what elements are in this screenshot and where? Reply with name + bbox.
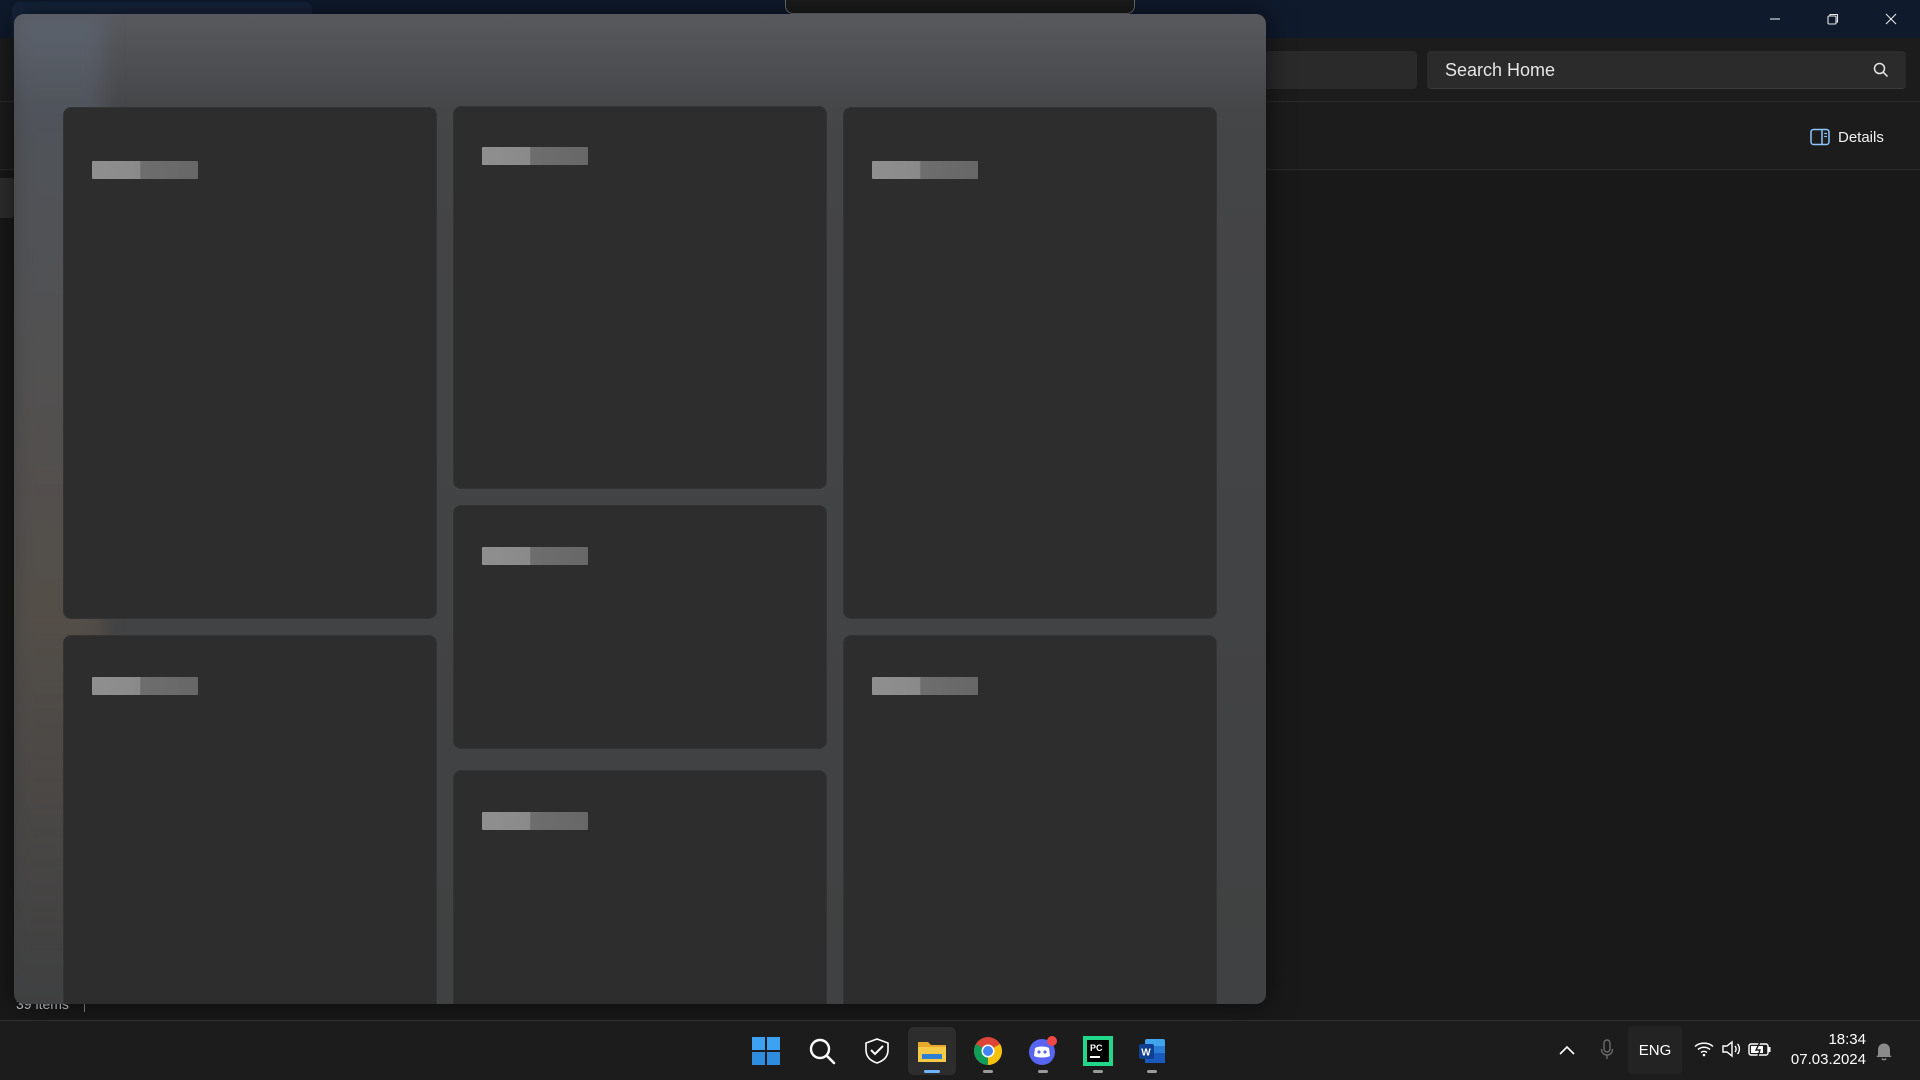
clock-date: 07.03.2024 [1790, 1051, 1866, 1068]
minimize-icon [1770, 18, 1780, 20]
running-app-indicator [1093, 1070, 1103, 1073]
volume-icon [1722, 1040, 1741, 1058]
widget-title-placeholder [92, 677, 198, 695]
widget-card-placeholder[interactable] [453, 770, 827, 1004]
discord-icon [1029, 1036, 1057, 1065]
discord-button[interactable] [1019, 1027, 1067, 1075]
running-app-indicator [983, 1070, 993, 1073]
microphone-icon [1600, 1039, 1614, 1059]
desktop: Details 39 items [0, 0, 1920, 1080]
widget-card-placeholder[interactable] [453, 106, 827, 489]
quick-settings-button[interactable] [1690, 1034, 1776, 1064]
close-icon [1885, 13, 1897, 25]
details-label: Details [1838, 128, 1884, 146]
widget-title-placeholder [872, 677, 978, 695]
svg-text:W: W [1141, 1048, 1151, 1059]
widget-card-placeholder[interactable] [843, 107, 1217, 619]
wifi-icon [1694, 1042, 1714, 1057]
widget-title-placeholder [482, 812, 588, 830]
running-app-indicator [1038, 1070, 1048, 1073]
navigation-pane-item[interactable] [0, 178, 14, 218]
widget-card-placeholder[interactable] [63, 107, 437, 619]
folder-icon [918, 1042, 946, 1062]
active-app-indicator [924, 1070, 940, 1073]
chrome-icon [974, 1037, 1002, 1065]
restore-button[interactable] [1804, 0, 1862, 38]
clock[interactable]: 18:34 07.03.2024 [1786, 1030, 1866, 1072]
widget-card-placeholder[interactable] [843, 635, 1217, 1004]
notifications-button[interactable] [1872, 1038, 1896, 1064]
search-box[interactable] [1427, 51, 1906, 89]
clock-time: 18:34 [1828, 1031, 1866, 1048]
address-input[interactable] [1240, 51, 1417, 89]
widget-card-placeholder[interactable] [453, 505, 827, 749]
pycharm-icon: PC [1083, 1036, 1113, 1066]
window-controls [1746, 0, 1920, 38]
file-explorer-button[interactable] [908, 1027, 956, 1075]
snap-layout-bar[interactable] [785, 0, 1135, 14]
close-button[interactable] [1862, 0, 1920, 38]
details-pane-button[interactable]: Details [1806, 124, 1888, 150]
battery-charging-icon [1748, 1041, 1771, 1057]
restore-icon [1827, 13, 1839, 25]
running-app-indicator [1147, 1070, 1157, 1073]
svg-text:PC: PC [1090, 1043, 1103, 1053]
bell-icon [1876, 1043, 1892, 1061]
widget-title-placeholder [92, 161, 198, 179]
pycharm-button[interactable]: PC [1074, 1027, 1122, 1075]
security-app-button[interactable] [853, 1027, 901, 1075]
chevron-up-icon [1559, 1045, 1575, 1055]
microphone-button[interactable] [1594, 1036, 1620, 1064]
chrome-button[interactable] [964, 1027, 1012, 1075]
word-button[interactable]: W [1128, 1027, 1176, 1075]
windows-logo-icon [752, 1037, 780, 1065]
minimize-button[interactable] [1746, 0, 1804, 38]
search-input[interactable] [1427, 51, 1847, 89]
word-icon: W [1139, 1039, 1165, 1063]
widget-card-placeholder[interactable] [63, 635, 437, 1004]
start-button[interactable] [742, 1027, 790, 1075]
search-icon [809, 1038, 836, 1065]
widgets-header [14, 14, 1266, 104]
language-indicator[interactable]: ENG [1628, 1026, 1682, 1074]
widget-title-placeholder [872, 161, 978, 179]
search-icon[interactable] [1872, 61, 1890, 79]
details-pane-icon [1810, 128, 1830, 146]
taskbar: PC W ENG 18:34 07.03.2024 [0, 1020, 1920, 1080]
widget-title-placeholder [482, 547, 588, 565]
shield-app-icon [865, 1038, 889, 1064]
widget-title-placeholder [482, 147, 588, 165]
search-button[interactable] [798, 1027, 846, 1075]
widgets-board [14, 14, 1266, 1004]
show-hidden-icons-button[interactable] [1554, 1037, 1580, 1063]
